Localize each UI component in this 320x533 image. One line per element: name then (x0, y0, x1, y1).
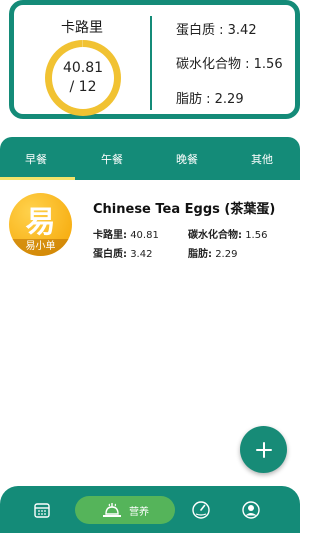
nutrition-summary-card: 卡路里 40.81 / 12 蛋白质 : 3.42 碳水化合物 : 1.56 脂… (9, 0, 300, 119)
food-protein-label: 蛋白质: (93, 249, 127, 260)
meal-list-item[interactable]: 易 易小单 Chinese Tea Eggs (茶葉蛋) 卡路里: 40.81 … (0, 186, 300, 286)
nav-profile[interactable] (231, 486, 271, 533)
carbs-total: 碳水化合物 : 1.56 (176, 57, 283, 72)
fat-total: 脂肪 : 2.29 (176, 92, 244, 107)
food-fat-value: 2.29 (215, 249, 238, 260)
logo-text: 易小单 (9, 239, 72, 256)
tab-other[interactable]: 其他 (251, 151, 273, 167)
meal-tabs: 早餐 午餐 晚餐 其他 (0, 137, 300, 180)
food-carbs-value: 1.56 (245, 230, 268, 241)
active-tab-indicator (0, 177, 75, 180)
food-fat: 脂肪: 2.29 (188, 245, 237, 260)
calories-readout: 40.81 / 12 (45, 59, 121, 97)
calories-value: 40.81 (62, 60, 104, 76)
nav-nutrition[interactable]: 营养 (75, 496, 175, 524)
add-food-button[interactable] (240, 426, 287, 473)
calories-section: 卡路里 40.81 / 12 (14, 5, 150, 116)
food-protein: 蛋白质: 3.42 (93, 245, 152, 260)
food-calories-value: 40.81 (130, 230, 159, 241)
nav-gauge[interactable] (181, 486, 221, 533)
plus-icon (255, 441, 272, 458)
tab-lunch[interactable]: 午餐 (101, 151, 123, 167)
protein-total: 蛋白质 : 3.42 (176, 23, 257, 38)
summary-divider (150, 16, 152, 110)
nutrition-icon (103, 503, 121, 517)
tab-dinner[interactable]: 晚餐 (176, 151, 198, 167)
calories-goal: / 12 (69, 79, 97, 95)
nav-calendar[interactable] (22, 486, 62, 533)
food-protein-value: 3.42 (130, 249, 153, 260)
calendar-icon (34, 502, 50, 518)
nav-nutrition-label: 营养 (129, 506, 149, 518)
food-carbs-label: 碳水化合物: (188, 230, 242, 241)
calories-label: 卡路里 (61, 20, 103, 36)
profile-icon (242, 500, 260, 519)
food-carbs: 碳水化合物: 1.56 (188, 226, 267, 241)
food-calories: 卡路里: 40.81 (93, 226, 159, 241)
food-fat-label: 脂肪: (188, 249, 212, 260)
gauge-icon (192, 500, 210, 519)
food-name: Chinese Tea Eggs (茶葉蛋) (93, 202, 276, 217)
bottom-navigation: 营养 (0, 486, 300, 533)
tab-breakfast[interactable]: 早餐 (25, 151, 47, 167)
logo-glyph: 易 (25, 205, 56, 240)
food-calories-label: 卡路里: (93, 230, 127, 241)
app-logo: 易 易小单 (9, 193, 72, 256)
